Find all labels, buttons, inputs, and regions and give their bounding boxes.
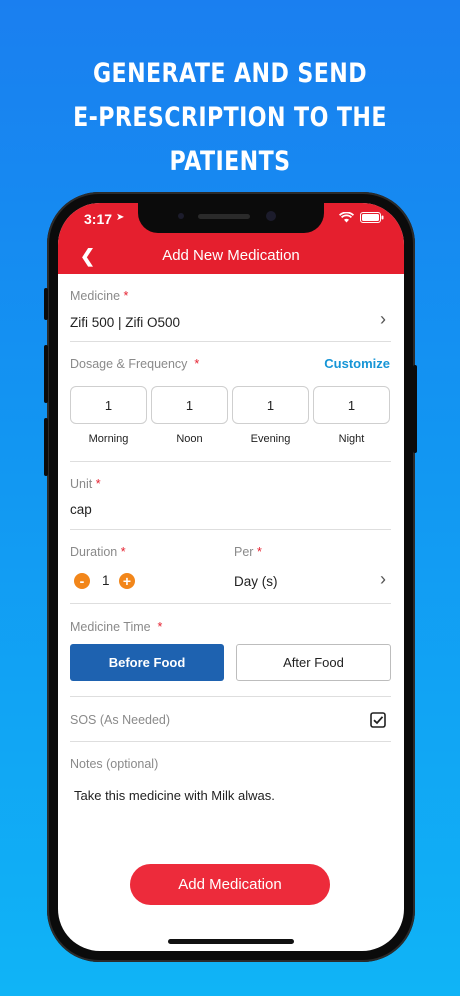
chevron-right-icon[interactable]: › bbox=[380, 569, 386, 590]
home-indicator bbox=[168, 939, 294, 944]
unit-value[interactable]: cap bbox=[70, 502, 92, 517]
add-medication-button[interactable]: Add Medication bbox=[130, 864, 330, 905]
divider bbox=[70, 696, 391, 697]
front-camera bbox=[266, 211, 276, 221]
after-food-button[interactable]: After Food bbox=[236, 644, 391, 681]
promo-line-1: GENERATE AND SEND bbox=[92, 58, 368, 89]
side-button-left-3 bbox=[44, 418, 48, 476]
divider bbox=[70, 529, 391, 530]
checkbox-checked-icon[interactable] bbox=[370, 712, 386, 728]
speaker-grille bbox=[198, 214, 250, 219]
app-header: 3:17 ➤ ❮ Add New Medication bbox=[58, 203, 404, 274]
duration-value[interactable]: 1 bbox=[102, 573, 110, 588]
medicine-time-label: Medicine Time * bbox=[70, 620, 163, 634]
dosage-night-label: Night bbox=[338, 433, 365, 445]
unit-label: Unit * bbox=[70, 477, 101, 491]
dosage-noon-label: Noon bbox=[176, 433, 203, 445]
dosage-evening-input[interactable]: 1 bbox=[232, 386, 309, 424]
minus-icon[interactable]: - bbox=[74, 573, 90, 589]
divider bbox=[70, 341, 391, 342]
divider bbox=[70, 741, 391, 742]
medicine-label: Medicine * bbox=[70, 289, 129, 303]
status-icons bbox=[339, 212, 384, 223]
notes-value[interactable]: Take this medicine with Milk alwas. bbox=[74, 788, 275, 803]
plus-icon[interactable]: + bbox=[119, 573, 135, 589]
dosage-label: Dosage & Frequency * bbox=[70, 357, 200, 371]
duration-label: Duration * bbox=[70, 545, 126, 559]
phone-screen: 3:17 ➤ ❮ Add New Medication Medicine * Z… bbox=[58, 203, 404, 951]
notes-label: Notes (optional) bbox=[70, 757, 159, 771]
side-button-right bbox=[413, 365, 417, 453]
chevron-right-icon[interactable]: › bbox=[380, 309, 386, 330]
before-food-button[interactable]: Before Food bbox=[70, 644, 224, 681]
promo-line-2: E-PRESCRIPTION TO THE PATIENTS bbox=[73, 102, 387, 177]
notch bbox=[138, 203, 324, 233]
divider bbox=[70, 461, 391, 462]
battery-icon bbox=[360, 212, 384, 223]
promo-headline: GENERATE AND SEND E-PRESCRIPTION TO THE … bbox=[41, 52, 418, 184]
wifi-icon bbox=[339, 212, 354, 223]
location-arrow-icon: ➤ bbox=[116, 212, 125, 223]
page-title: Add New Medication bbox=[162, 247, 300, 264]
dosage-night-input[interactable]: 1 bbox=[313, 386, 390, 424]
per-label: Per * bbox=[234, 545, 262, 559]
dosage-evening-label: Evening bbox=[250, 433, 291, 445]
per-value[interactable]: Day (s) bbox=[234, 574, 278, 589]
dosage-morning-input[interactable]: 1 bbox=[70, 386, 147, 424]
status-time: 3:17 bbox=[84, 211, 113, 227]
dosage-morning-label: Morning bbox=[88, 433, 129, 445]
medicine-value[interactable]: Zifi 500 | Zifi O500 bbox=[70, 315, 180, 330]
proximity-sensor bbox=[178, 213, 184, 219]
side-button-left-1 bbox=[44, 288, 48, 320]
sos-label: SOS (As Needed) bbox=[70, 713, 171, 727]
divider bbox=[70, 603, 391, 604]
side-button-left-2 bbox=[44, 345, 48, 403]
dosage-noon-input[interactable]: 1 bbox=[151, 386, 228, 424]
customize-link[interactable]: Customize bbox=[324, 356, 390, 371]
